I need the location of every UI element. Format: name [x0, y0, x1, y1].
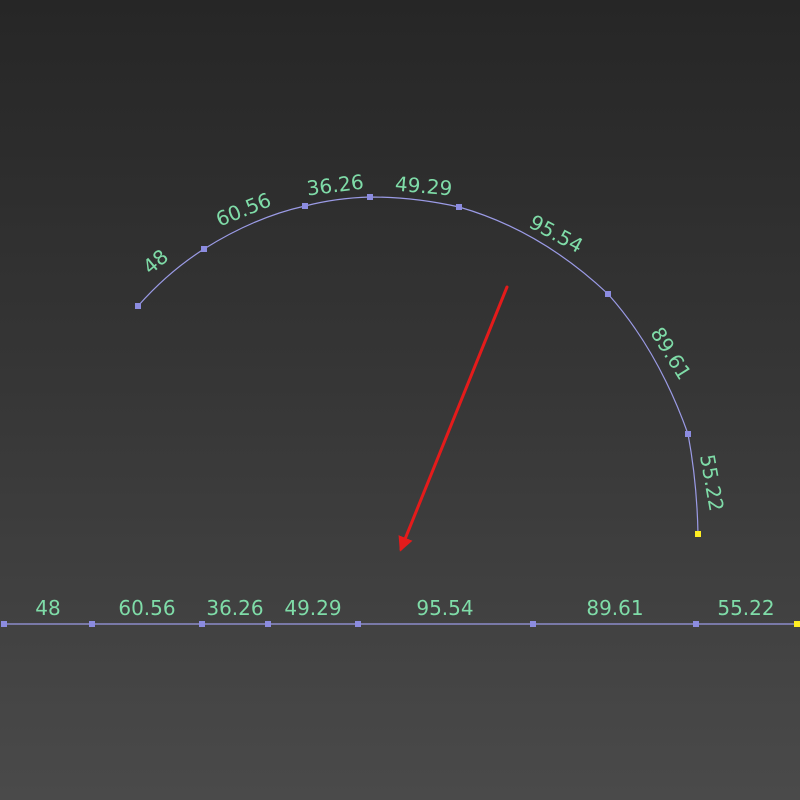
- arc-segment-label: 89.61: [646, 323, 697, 384]
- line-vertex[interactable]: [355, 621, 361, 627]
- line-segment-label: 55.22: [717, 596, 774, 620]
- line-vertex[interactable]: [199, 621, 205, 627]
- arc-curve: [137, 196, 699, 535]
- line-segment-label: 60.56: [118, 596, 175, 620]
- line-vertex[interactable]: [265, 621, 271, 627]
- line-segment-label: 48: [35, 596, 60, 620]
- line-vertex[interactable]: [530, 621, 536, 627]
- straight-line-group: 48 60.56 36.26 49.29 95.54 89.61 55.22: [1, 596, 800, 627]
- line-segment-label: 95.54: [416, 596, 473, 620]
- arc-vertex[interactable]: [135, 303, 141, 309]
- line-segment-label: 89.61: [586, 596, 643, 620]
- arc-segment-label: 48: [138, 244, 173, 279]
- arc-vertex[interactable]: [456, 204, 462, 210]
- arc-end-vertex[interactable]: [695, 531, 701, 537]
- arc-vertex[interactable]: [605, 291, 611, 297]
- arc-segment-label: 95.54: [525, 210, 587, 258]
- line-vertex[interactable]: [89, 621, 95, 627]
- line-segment-label: 36.26: [206, 596, 263, 620]
- arc-group: 48 60.56 36.26 49.29 95.54 89.61 55.22: [135, 170, 729, 537]
- arc-segment-label: 36.26: [305, 170, 365, 201]
- arc-segment-label: 60.56: [212, 188, 274, 232]
- line-vertex[interactable]: [1, 621, 7, 627]
- arc-vertex[interactable]: [201, 246, 207, 252]
- unroll-arrow: [398, 285, 509, 552]
- line-end-vertex[interactable]: [794, 621, 800, 627]
- diagram-canvas: 48 60.56 36.26 49.29 95.54 89.61 55.22 4…: [1, 170, 800, 627]
- arc-vertex[interactable]: [367, 194, 373, 200]
- line-segment-label: 49.29: [284, 596, 341, 620]
- arc-vertex[interactable]: [302, 203, 308, 209]
- line-vertex[interactable]: [693, 621, 699, 627]
- arc-segment-label: 49.29: [394, 172, 453, 201]
- arc-vertex[interactable]: [685, 431, 691, 437]
- arc-segment-label: 55.22: [695, 453, 729, 514]
